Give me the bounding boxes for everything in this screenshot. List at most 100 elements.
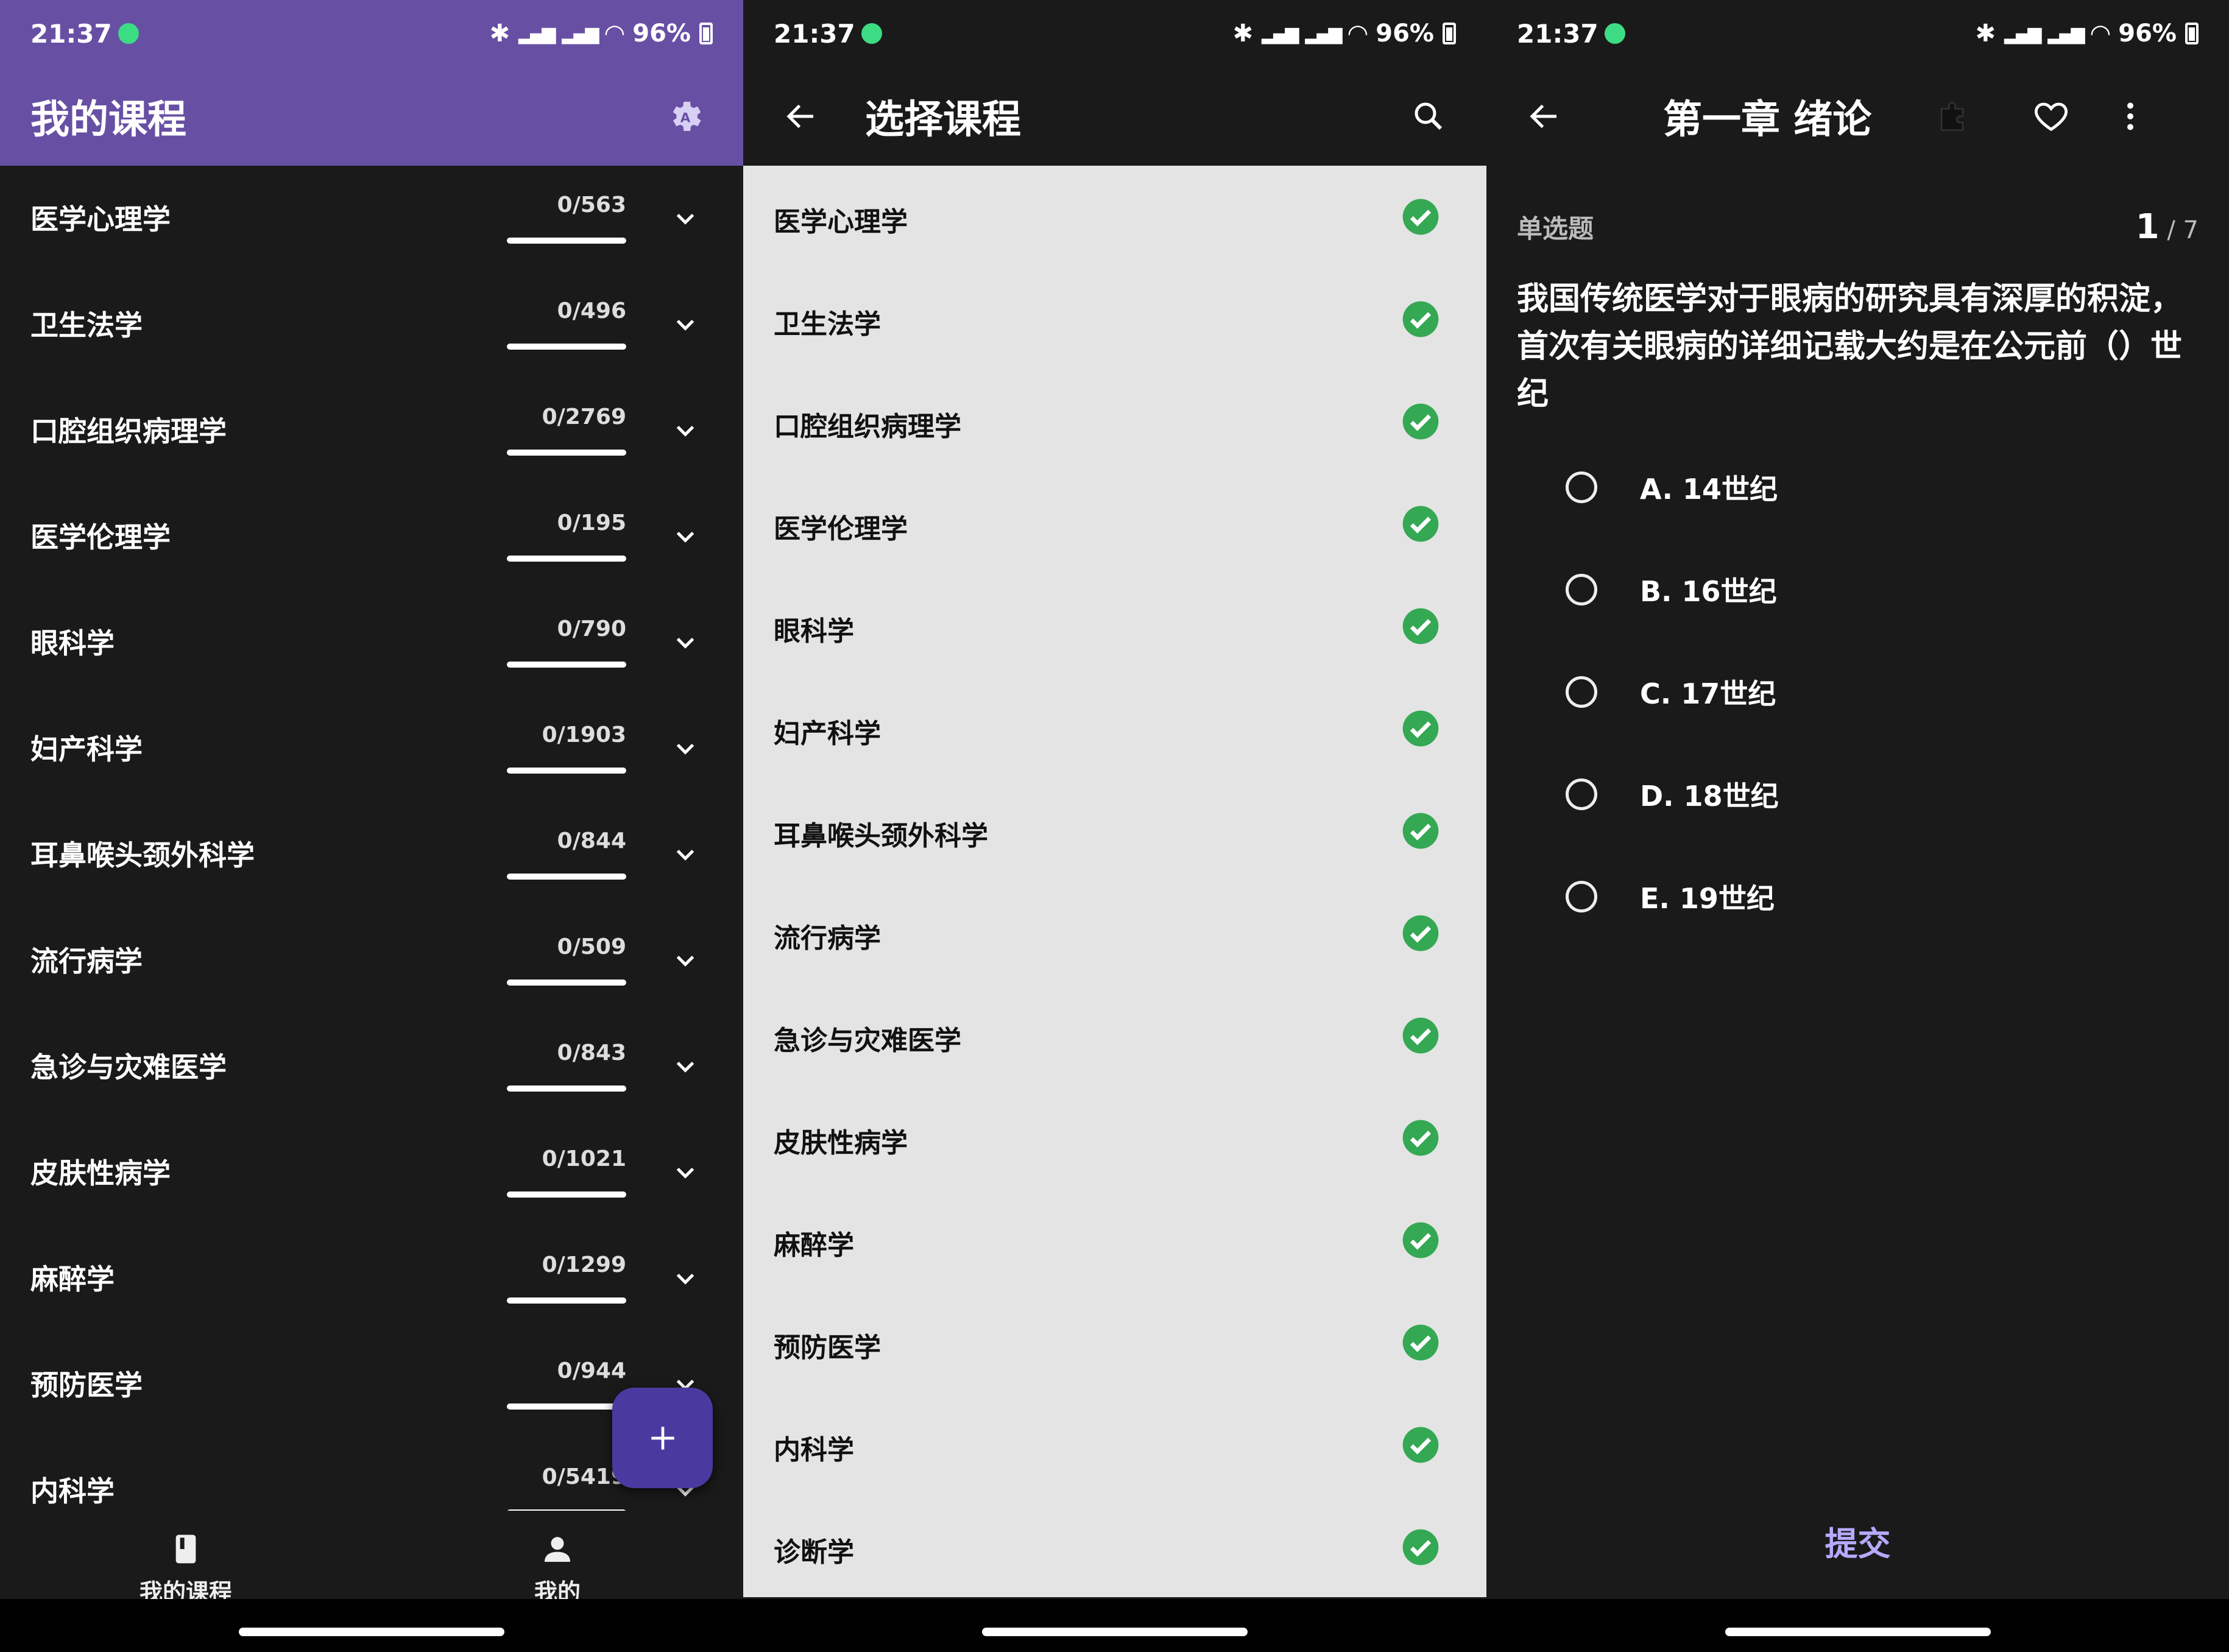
radio-button[interactable] [1566, 778, 1597, 810]
bluetooth-icon: ✱ [1232, 19, 1254, 48]
course-row[interactable]: 眼科学 0/790 [0, 590, 743, 696]
page-title: 选择课程 [865, 97, 1021, 143]
course-row[interactable]: 流行病学 0/509 [0, 908, 743, 1014]
list-item[interactable]: 内科学 [743, 1394, 1486, 1496]
course-row[interactable]: 急诊与灾难医学 0/843 [0, 1014, 743, 1120]
plus-icon [651, 1426, 674, 1450]
chevron-down-icon[interactable] [670, 415, 701, 446]
course-progress-count: 0/496 [557, 298, 626, 323]
course-row[interactable]: 妇产科学 0/1903 [0, 696, 743, 802]
chevron-down-icon[interactable] [670, 627, 701, 658]
course-name: 医学心理学 [30, 203, 171, 236]
chevron-down-icon[interactable] [670, 945, 701, 976]
progress-bar [507, 662, 626, 668]
chevron-down-icon[interactable] [670, 203, 701, 234]
check-circle-icon[interactable] [1401, 709, 1440, 748]
status-bar: 21:37 ✱ ▂▄▆ ▂▄▆ ◠ 96% [1486, 0, 2229, 67]
check-circle-icon[interactable] [1401, 1118, 1440, 1157]
check-circle-icon[interactable] [1401, 402, 1440, 441]
check-circle-icon[interactable] [1401, 1016, 1440, 1055]
gesture-bar[interactable] [239, 1628, 504, 1636]
course-name: 口腔组织病理学 [30, 415, 227, 448]
check-circle-icon[interactable] [1401, 1425, 1440, 1464]
course-row[interactable]: 耳鼻喉头颈外科学 0/844 [0, 802, 743, 908]
signal-icon: ▂▄▆ [518, 23, 556, 44]
battery-level: 96% [2118, 19, 2177, 48]
list-item[interactable]: 皮肤性病学 [743, 1087, 1486, 1189]
course-progress-count: 0/509 [557, 934, 626, 959]
check-circle-icon[interactable] [1401, 1323, 1440, 1362]
course-name: 妇产科学 [30, 733, 143, 766]
course-name: 皮肤性病学 [774, 1128, 908, 1159]
clock: 21:37 [1517, 18, 1598, 49]
chevron-down-icon[interactable] [670, 1051, 701, 1082]
add-course-fab[interactable] [612, 1388, 713, 1488]
notification-icon [118, 23, 139, 44]
answer-option[interactable]: D. 18世纪 [1566, 764, 1779, 825]
chevron-down-icon[interactable] [670, 309, 701, 340]
chevron-down-icon[interactable] [670, 839, 701, 870]
list-item[interactable]: 医学伦理学 [743, 473, 1486, 575]
submit-button[interactable]: 提交 [1486, 1517, 2229, 1565]
status-bar: 21:37 ✱ ▂▄▆ ▂▄▆ ◠ 96% [743, 0, 1486, 67]
chevron-down-icon[interactable] [670, 733, 701, 764]
list-item[interactable]: 急诊与灾难医学 [743, 984, 1486, 1087]
check-circle-icon[interactable] [1401, 914, 1440, 953]
course-row[interactable]: 医学伦理学 0/195 [0, 484, 743, 590]
course-name: 卫生法学 [30, 309, 143, 342]
signal-icon-2: ▂▄▆ [2047, 23, 2085, 44]
list-item[interactable]: 口腔组织病理学 [743, 370, 1486, 473]
list-item[interactable]: 流行病学 [743, 882, 1486, 984]
answer-option[interactable]: B. 16世纪 [1566, 559, 1777, 620]
chevron-down-icon[interactable] [670, 1263, 701, 1294]
more-vert-icon[interactable] [2103, 89, 2158, 144]
check-circle-icon[interactable] [1401, 607, 1440, 646]
back-arrow-icon[interactable] [774, 89, 828, 144]
app-bar: 第一章 绪论 [1486, 67, 2229, 166]
gesture-bar[interactable] [1725, 1628, 1991, 1636]
check-circle-icon[interactable] [1401, 300, 1440, 339]
course-row[interactable]: 医学心理学 0/563 [0, 166, 743, 272]
chevron-down-icon[interactable] [670, 1157, 701, 1188]
puzzle-icon[interactable] [1926, 89, 1981, 144]
list-item[interactable]: 妇产科学 [743, 677, 1486, 780]
course-name: 预防医学 [30, 1369, 143, 1402]
check-circle-icon[interactable] [1401, 197, 1440, 236]
search-icon[interactable] [1401, 89, 1456, 144]
list-item[interactable]: 卫生法学 [743, 268, 1486, 370]
gesture-bar[interactable] [982, 1628, 1248, 1636]
notification-icon [1604, 23, 1625, 44]
page-title: 我的课程 [30, 97, 186, 143]
check-circle-icon[interactable] [1401, 504, 1440, 543]
chevron-down-icon[interactable] [670, 521, 701, 552]
progress-bar [507, 980, 626, 986]
course-row[interactable]: 口腔组织病理学 0/2769 [0, 378, 743, 484]
list-item[interactable]: 麻醉学 [743, 1189, 1486, 1291]
radio-button[interactable] [1566, 471, 1597, 503]
check-circle-icon[interactable] [1401, 811, 1440, 850]
check-circle-icon[interactable] [1401, 1221, 1440, 1260]
radio-button[interactable] [1566, 574, 1597, 605]
course-row[interactable]: 皮肤性病学 0/1021 [0, 1120, 743, 1226]
course-row[interactable]: 卫生法学 0/496 [0, 272, 743, 378]
answer-option[interactable]: C. 17世纪 [1566, 662, 1776, 722]
list-item[interactable]: 耳鼻喉头颈外科学 [743, 780, 1486, 882]
settings-gear-icon[interactable]: A [658, 89, 713, 144]
radio-button[interactable] [1566, 676, 1597, 708]
list-item[interactable]: 医学心理学 [743, 166, 1486, 268]
answer-option[interactable]: A. 14世纪 [1566, 457, 1778, 518]
heart-icon[interactable] [2024, 89, 2079, 144]
course-row[interactable]: 麻醉学 0/1299 [0, 1226, 743, 1332]
list-item[interactable]: 预防医学 [743, 1291, 1486, 1394]
chapter-title: 第一章 绪论 [1663, 97, 1872, 143]
course-name: 急诊与灾难医学 [774, 1025, 961, 1056]
list-item[interactable]: 眼科学 [743, 575, 1486, 677]
radio-button[interactable] [1566, 881, 1597, 912]
notification-icon [861, 23, 882, 44]
option-label: B. 16世纪 [1640, 575, 1777, 608]
progress-bar [507, 450, 626, 456]
back-arrow-icon[interactable] [1517, 89, 1572, 144]
answer-option[interactable]: E. 19世纪 [1566, 866, 1775, 927]
list-item[interactable]: 诊断学 [743, 1496, 1486, 1598]
check-circle-icon[interactable] [1401, 1528, 1440, 1567]
